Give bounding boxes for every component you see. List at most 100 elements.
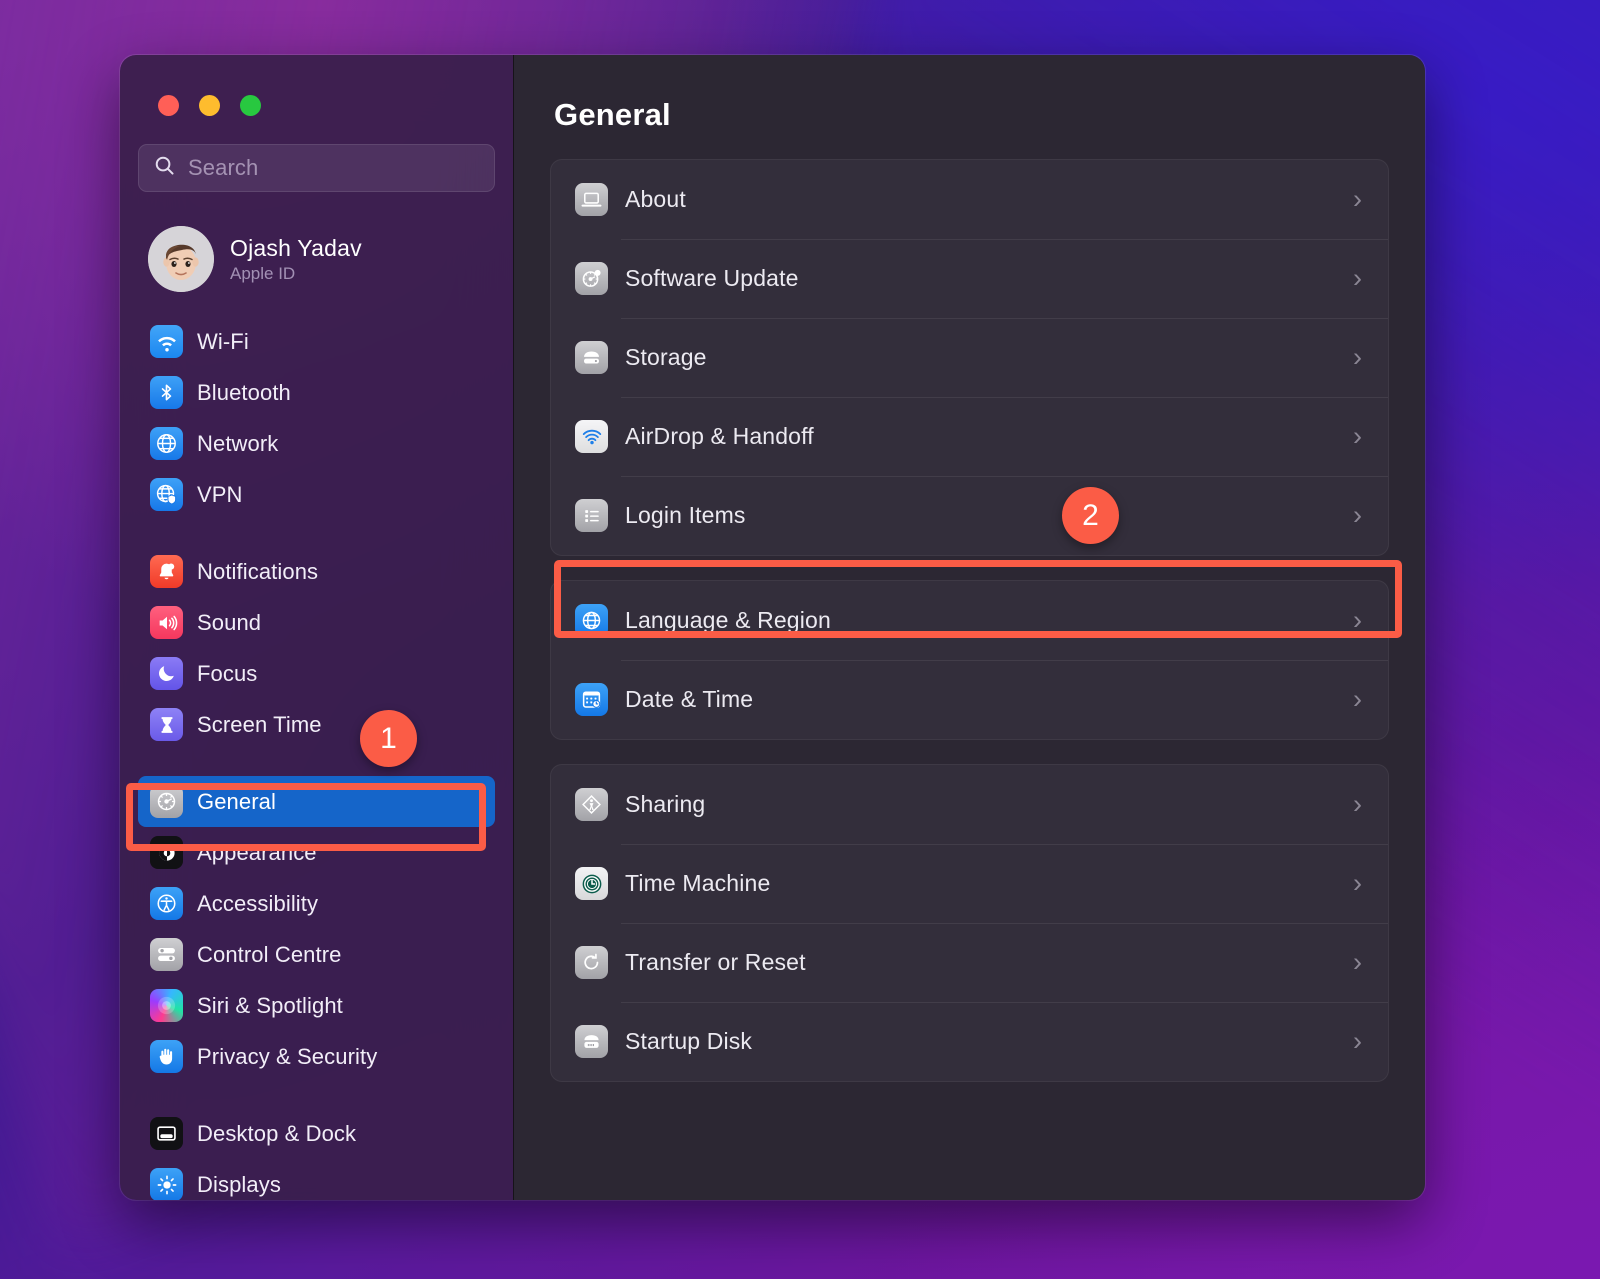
row-date-time[interactable]: Date & Time › (551, 660, 1388, 739)
sound-icon (150, 606, 183, 639)
sidebar-item-control-centre[interactable]: Control Centre (138, 929, 495, 980)
sidebar-item-label: Network (197, 431, 278, 457)
desktop-wallpaper: Search (0, 0, 1600, 1279)
sharing-icon (575, 788, 608, 821)
appearance-icon (150, 836, 183, 869)
sidebar-item-desktop-dock[interactable]: Desktop & Dock (138, 1108, 495, 1159)
memoji-avatar (148, 226, 214, 292)
minimize-button[interactable] (199, 95, 220, 116)
general-gear-icon (150, 785, 183, 818)
chevron-right-icon: › (1353, 686, 1362, 713)
login-items-list-icon (575, 499, 608, 532)
privacy-security-icon (150, 1040, 183, 1073)
sidebar-item-label: Control Centre (197, 942, 341, 968)
siri-icon (150, 989, 183, 1022)
search-icon (153, 154, 176, 182)
zoom-button[interactable] (240, 95, 261, 116)
sidebar-item-network[interactable]: Network (138, 418, 495, 469)
page-title: General (554, 97, 1389, 133)
sidebar-item-displays[interactable]: Displays (138, 1159, 495, 1200)
row-software-update[interactable]: Software Update › (551, 239, 1388, 318)
row-label: Time Machine (625, 870, 1336, 897)
search-placeholder: Search (188, 155, 258, 181)
sidebar-group-desktop: Desktop & Dock (138, 1108, 495, 1200)
sidebar-item-label: Wi-Fi (197, 329, 249, 355)
bluetooth-icon (150, 376, 183, 409)
sidebar-item-bluetooth[interactable]: Bluetooth (138, 367, 495, 418)
step-badge-1: 1 (360, 710, 417, 767)
row-about[interactable]: About › (551, 160, 1388, 239)
row-airdrop-handoff[interactable]: AirDrop & Handoff › (551, 397, 1388, 476)
sidebar-item-label: Bluetooth (197, 380, 291, 406)
sidebar-item-siri-spotlight[interactable]: Siri & Spotlight (138, 980, 495, 1031)
sidebar-item-privacy-security[interactable]: Privacy & Security (138, 1031, 495, 1082)
step-badge-2: 2 (1062, 487, 1119, 544)
sidebar-item-vpn[interactable]: VPN (138, 469, 495, 520)
account-name: Ojash Yadav (230, 235, 362, 262)
sidebar-item-screen-time[interactable]: Screen Time (138, 699, 495, 750)
date-time-icon (575, 683, 608, 716)
sidebar: Search (120, 55, 513, 1200)
sidebar-item-label: Notifications (197, 559, 318, 585)
sidebar-item-label: Screen Time (197, 712, 322, 738)
traffic-lights (120, 55, 513, 116)
chevron-right-icon: › (1353, 949, 1362, 976)
sidebar-item-focus[interactable]: Focus (138, 648, 495, 699)
focus-icon (150, 657, 183, 690)
sidebar-item-label: Accessibility (197, 891, 318, 917)
row-label: AirDrop & Handoff (625, 423, 1336, 450)
sidebar-item-label: Desktop & Dock (197, 1121, 356, 1147)
sidebar-item-label: Displays (197, 1172, 281, 1198)
row-label: Transfer or Reset (625, 949, 1336, 976)
sidebar-group-personal: General Appearance (138, 776, 495, 1082)
control-centre-icon (150, 938, 183, 971)
sidebar-item-label: Siri & Spotlight (197, 993, 343, 1019)
sidebar-group-network: Wi-Fi Bluetooth (138, 316, 495, 520)
displays-icon (150, 1168, 183, 1200)
row-transfer-or-reset[interactable]: Transfer or Reset › (551, 923, 1388, 1002)
vpn-icon (150, 478, 183, 511)
row-label: Sharing (625, 791, 1336, 818)
sidebar-item-label: Sound (197, 610, 261, 636)
close-button[interactable] (158, 95, 179, 116)
row-sharing[interactable]: Sharing › (551, 765, 1388, 844)
desktop-dock-icon (150, 1117, 183, 1150)
sidebar-group-system: Notifications (138, 546, 495, 750)
notifications-icon (150, 555, 183, 588)
sidebar-item-general[interactable]: General (138, 776, 495, 827)
row-storage[interactable]: Storage › (551, 318, 1388, 397)
software-update-gear-icon (575, 262, 608, 295)
settings-group-system: About › (550, 159, 1389, 556)
row-login-items[interactable]: Login Items › (551, 476, 1388, 555)
sidebar-item-wi-fi[interactable]: Wi-Fi (138, 316, 495, 367)
content-pane: General About › (513, 55, 1425, 1200)
wifi-icon (150, 325, 183, 358)
search-input[interactable]: Search (138, 144, 495, 192)
chevron-right-icon: › (1353, 1028, 1362, 1055)
sidebar-item-appearance[interactable]: Appearance (138, 827, 495, 878)
row-label: Date & Time (625, 686, 1336, 713)
globe-icon (575, 604, 608, 637)
row-label: About (625, 186, 1336, 213)
row-time-machine[interactable]: Time Machine › (551, 844, 1388, 923)
chevron-right-icon: › (1353, 344, 1362, 371)
about-laptop-icon (575, 183, 608, 216)
row-startup-disk[interactable]: Startup Disk › (551, 1002, 1388, 1081)
sidebar-item-accessibility[interactable]: Accessibility (138, 878, 495, 929)
chevron-right-icon: › (1353, 502, 1362, 529)
apple-id-account-row[interactable]: Ojash Yadav Apple ID (138, 218, 495, 300)
chevron-right-icon: › (1353, 870, 1362, 897)
sidebar-item-label: VPN (197, 482, 243, 508)
sidebar-item-label: Appearance (197, 840, 317, 866)
time-machine-icon (575, 867, 608, 900)
sidebar-item-sound[interactable]: Sound (138, 597, 495, 648)
storage-drive-icon (575, 341, 608, 374)
settings-group-localization: Language & Region › (550, 580, 1389, 740)
startup-disk-icon (575, 1025, 608, 1058)
sidebar-item-notifications[interactable]: Notifications (138, 546, 495, 597)
row-language-region[interactable]: Language & Region › (551, 581, 1388, 660)
screen-time-icon (150, 708, 183, 741)
network-icon (150, 427, 183, 460)
chevron-right-icon: › (1353, 186, 1362, 213)
row-label: Startup Disk (625, 1028, 1336, 1055)
